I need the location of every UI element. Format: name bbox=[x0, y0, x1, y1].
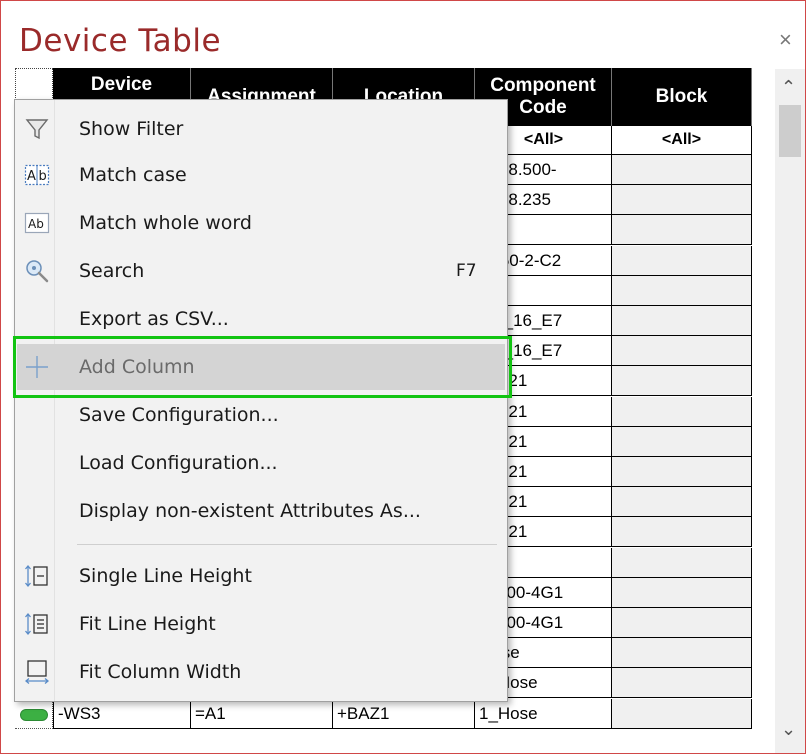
row-marker[interactable] bbox=[15, 699, 53, 729]
scrollbar-thumb[interactable] bbox=[779, 105, 801, 157]
svg-text:b: b bbox=[39, 169, 47, 184]
single-line-height-icon bbox=[23, 562, 51, 590]
menu-item-search[interactable]: Search F7 bbox=[17, 248, 505, 294]
svg-text:A: A bbox=[27, 169, 36, 184]
filter-block[interactable]: <All> bbox=[612, 126, 752, 155]
menu-item-shortcut: F7 bbox=[456, 261, 477, 281]
menu-item-label: Match whole word bbox=[79, 212, 252, 234]
table-cell-block[interactable] bbox=[612, 457, 752, 487]
menu-item-label: Search bbox=[79, 260, 145, 282]
table-cell-block[interactable] bbox=[612, 336, 752, 366]
table-cell-block[interactable] bbox=[612, 578, 752, 608]
menu-item-show-filter[interactable]: Show Filter bbox=[17, 106, 505, 152]
table-cell-block[interactable] bbox=[612, 155, 752, 185]
table-cell-block[interactable] bbox=[612, 366, 752, 396]
menu-item-label: Fit Line Height bbox=[79, 613, 216, 635]
menu-item-label: Fit Column Width bbox=[79, 661, 242, 683]
table-cell-block[interactable] bbox=[612, 276, 752, 306]
table-cell-block[interactable] bbox=[612, 427, 752, 457]
filter-icon bbox=[23, 115, 51, 143]
table-cell-block[interactable] bbox=[612, 306, 752, 336]
table-cell-block[interactable] bbox=[612, 638, 752, 668]
table-cell-block[interactable] bbox=[612, 397, 752, 427]
table-cell-block[interactable] bbox=[612, 699, 752, 729]
menu-item-label: Show Filter bbox=[79, 118, 184, 140]
window-title: Device Table bbox=[19, 23, 222, 59]
table-cell-block[interactable] bbox=[612, 608, 752, 638]
table-cell-block[interactable] bbox=[612, 517, 752, 547]
scroll-up-icon[interactable]: ⌃ bbox=[781, 77, 796, 98]
match-whole-word-icon: Ab bbox=[23, 209, 51, 237]
menu-separator bbox=[77, 544, 497, 545]
menu-item-load-configuration[interactable]: Load Configuration... bbox=[17, 440, 505, 486]
vertical-scrollbar[interactable] bbox=[775, 69, 805, 753]
table-cell-assignment[interactable]: =A1 bbox=[191, 699, 333, 729]
menu-item-single-line-height[interactable]: Single Line Height bbox=[17, 553, 505, 599]
menu-item-label: Match case bbox=[79, 164, 187, 186]
fit-column-width-icon bbox=[23, 658, 51, 686]
table-cell-block[interactable] bbox=[612, 185, 752, 215]
column-header-block[interactable]: Block bbox=[612, 68, 752, 126]
menu-item-label: Export as CSV... bbox=[79, 308, 229, 330]
table-cell-block[interactable] bbox=[612, 668, 752, 698]
menu-item-match-whole-word[interactable]: Ab Match whole word bbox=[17, 200, 505, 246]
close-icon[interactable]: × bbox=[779, 29, 792, 51]
match-case-icon: Ab bbox=[23, 161, 51, 189]
menu-item-label: Display non-existent Attributes As... bbox=[79, 500, 421, 522]
menu-item-fit-line-height[interactable]: Fit Line Height bbox=[17, 601, 505, 647]
device-table-window: Device Table × Device Assignment Locatio… bbox=[0, 0, 806, 754]
svg-text:Ab: Ab bbox=[28, 217, 44, 231]
menu-item-save-configuration[interactable]: Save Configuration... bbox=[17, 392, 505, 438]
table-cell-component-code[interactable]: 1_Hose bbox=[475, 699, 612, 729]
menu-item-label: Load Configuration... bbox=[79, 452, 278, 474]
menu-item-label: Save Configuration... bbox=[79, 404, 279, 426]
highlight-frame bbox=[13, 336, 512, 398]
table-cell-device[interactable]: -WS3 bbox=[53, 699, 191, 729]
column-header-label: Device bbox=[90, 74, 153, 96]
search-icon bbox=[23, 257, 51, 285]
table-cell-block[interactable] bbox=[612, 487, 752, 517]
menu-item-match-case[interactable]: Ab Match case bbox=[17, 152, 505, 198]
table-cell-block[interactable] bbox=[612, 215, 752, 245]
status-pill-icon bbox=[20, 709, 48, 721]
table-cell-block[interactable] bbox=[612, 246, 752, 276]
context-menu: Show Filter Ab Match case Ab Match whole… bbox=[14, 99, 508, 702]
column-header-label: Block bbox=[655, 86, 708, 108]
menu-item-display-nonexistent-attributes[interactable]: Display non-existent Attributes As... bbox=[17, 488, 505, 534]
table-cell-location[interactable]: +BAZ1 bbox=[333, 699, 475, 729]
menu-item-label: Single Line Height bbox=[79, 565, 252, 587]
scroll-down-icon[interactable]: ⌄ bbox=[781, 719, 796, 740]
table-cell-block[interactable] bbox=[612, 548, 752, 578]
menu-item-fit-column-width[interactable]: Fit Column Width bbox=[17, 649, 505, 695]
fit-line-height-icon bbox=[23, 610, 51, 638]
